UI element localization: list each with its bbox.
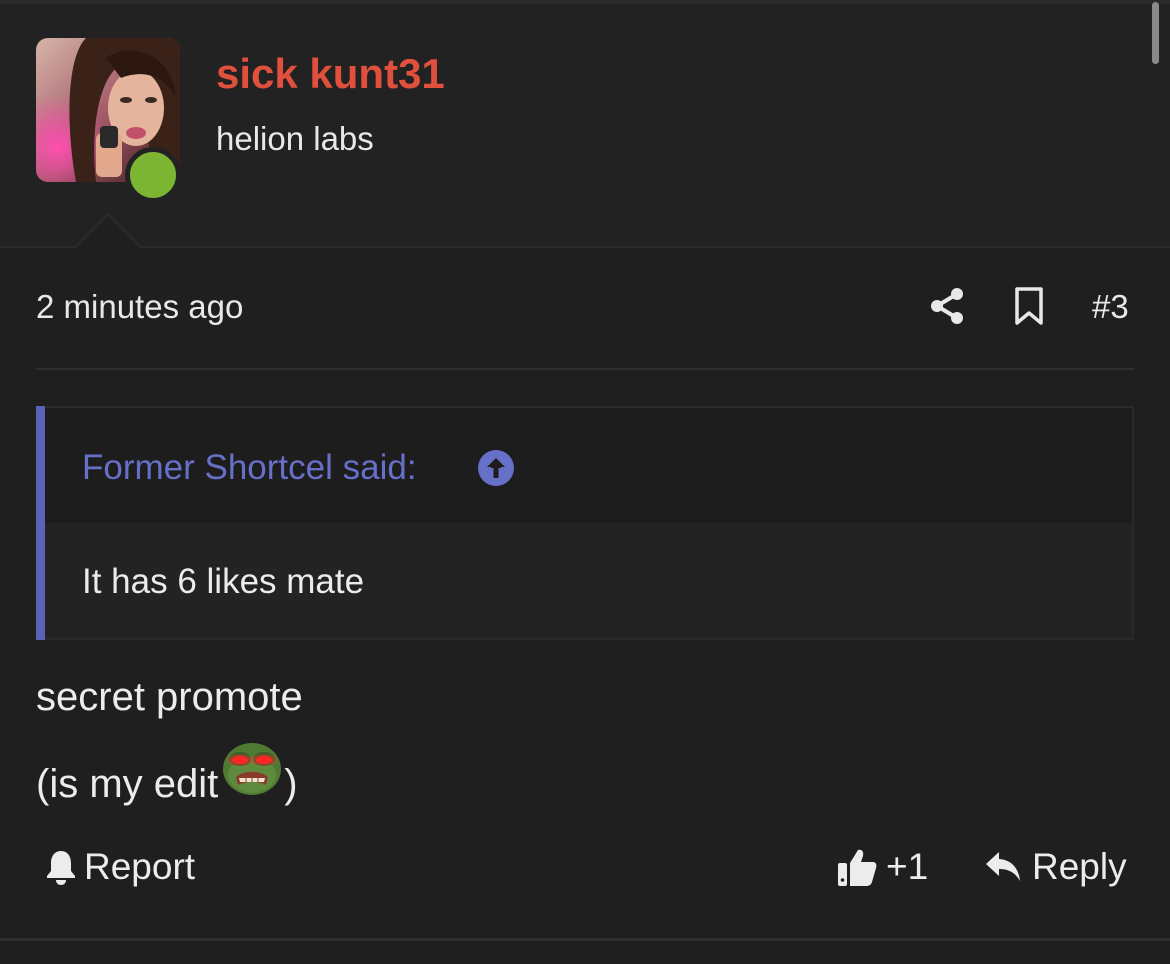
post-timestamp[interactable]: 2 minutes ago	[36, 288, 243, 326]
username[interactable]: sick kunt31	[216, 50, 445, 98]
bottom-divider	[0, 938, 1170, 941]
message-text: (is my edit	[36, 762, 219, 806]
quote-text: It has 6 likes mate	[82, 562, 365, 601]
angry-frog-emoji-icon	[220, 737, 284, 797]
arrow-up-circle-icon[interactable]	[477, 449, 515, 487]
quote-accent-bar	[36, 406, 45, 640]
scrollbar[interactable]	[1152, 2, 1159, 64]
post-number-link[interactable]: #3	[1092, 288, 1129, 326]
message-text-line: secret promote	[36, 675, 303, 719]
message-text-line: (is my edit )	[36, 737, 298, 807]
user-title: helion labs	[216, 120, 374, 157]
like-count: +1	[886, 846, 929, 887]
header-notch-inner	[76, 216, 140, 248]
reply-arrow-icon	[986, 852, 1020, 881]
online-status-dot	[125, 147, 181, 203]
divider	[36, 368, 1134, 370]
post-page: sick kunt31 helion labs 2 minutes ago #3…	[0, 0, 1170, 964]
thumbs-up-icon	[838, 849, 877, 886]
message-text: )	[284, 762, 298, 806]
like-button[interactable]: +1	[836, 845, 928, 889]
bookmark-icon[interactable]	[1012, 286, 1046, 326]
report-button[interactable]: Report	[44, 845, 195, 889]
reply-label: Reply	[1032, 846, 1127, 887]
quote-author-link[interactable]: Former Shortcel said:	[82, 448, 417, 488]
report-label: Report	[84, 846, 196, 887]
share-icon[interactable]	[928, 286, 968, 326]
bell-icon	[47, 851, 75, 885]
reply-button[interactable]: Reply	[984, 845, 1127, 889]
